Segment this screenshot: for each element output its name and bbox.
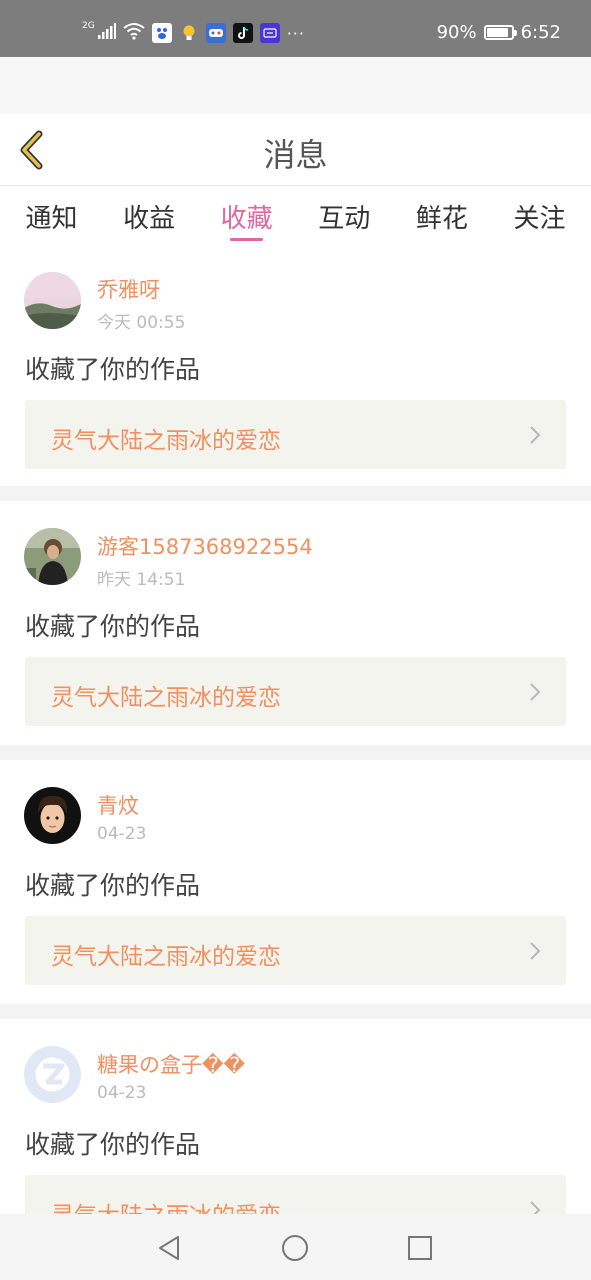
tab-earnings[interactable]: 收益 — [122, 186, 177, 244]
tab-favorites[interactable]: 收藏 — [219, 186, 274, 244]
work-link[interactable]: 灵气大陆之雨冰的爱恋 — [25, 1175, 566, 1214]
action-text: 收藏了你的作品 — [25, 871, 201, 900]
tab-bar: 通知 收益 收藏 互动 鲜花 关注 — [0, 186, 591, 244]
list-item: 糖果の盒子�� 04-23 收藏了你的作品 灵气大陆之雨冰的爱恋 — [0, 1019, 591, 1214]
username[interactable]: 糖果の盒子�� — [97, 1049, 245, 1079]
game-app-icon — [205, 23, 226, 43]
timestamp: 04-23 — [97, 1083, 147, 1103]
battery-level — [486, 28, 509, 37]
action-text: 收藏了你的作品 — [25, 1130, 201, 1159]
tab-label: 关注 — [513, 204, 566, 234]
nav-recents-button[interactable] — [405, 1233, 435, 1263]
active-tab-indicator — [230, 238, 264, 241]
tab-label: 收益 — [123, 204, 176, 234]
nav-back-button[interactable] — [154, 1233, 184, 1263]
work-title: 灵气大陆之雨冰的爱恋 — [51, 685, 281, 711]
network-type: 2G — [82, 21, 95, 31]
timestamp: 昨天 14:51 — [97, 570, 186, 590]
top-spacer — [0, 57, 591, 114]
tiktok-app-icon — [232, 23, 253, 43]
username[interactable]: 乔雅呀 — [97, 274, 160, 304]
work-link[interactable]: 灵气大陆之雨冰的爱恋 — [25, 657, 566, 726]
timestamp: 04-23 — [97, 824, 147, 844]
message-list[interactable]: 乔雅呀 今天 00:55 收藏了你的作品 灵气大陆之雨冰的爱恋 游客158736… — [0, 244, 591, 1214]
chevron-right-icon — [530, 683, 541, 701]
username[interactable]: 青炆 — [97, 790, 139, 820]
avatar[interactable] — [24, 1046, 81, 1103]
avatar[interactable] — [24, 787, 81, 844]
action-text: 收藏了你的作品 — [25, 355, 201, 384]
header: 消息 — [0, 114, 591, 186]
battery-icon — [483, 25, 517, 40]
wifi-icon — [123, 22, 145, 44]
status-right: 90% 6:52 — [437, 22, 561, 43]
status-bar: 2G ··· 90% 6:52 — [0, 0, 591, 57]
triangle-back-icon — [159, 1236, 179, 1260]
circle-home-icon — [282, 1235, 308, 1261]
work-title: 灵气大陆之雨冰的爱恋 — [51, 428, 281, 454]
chevron-right-icon — [530, 942, 541, 960]
battery-percent: 90% — [436, 22, 477, 43]
tab-follows[interactable]: 关注 — [512, 186, 567, 244]
clock: 6:52 — [520, 22, 561, 43]
chevron-right-icon — [530, 426, 541, 444]
bulb-app-icon — [179, 23, 199, 43]
list-item: 游客1587368922554 昨天 14:51 收藏了你的作品 灵气大陆之雨冰… — [0, 501, 591, 745]
more-notifications-icon: ··· — [286, 23, 305, 43]
avatar[interactable] — [24, 272, 81, 329]
tab-label: 通知 — [25, 204, 78, 234]
square-recents-icon — [408, 1236, 432, 1260]
app-icon — [259, 23, 280, 43]
chevron-right-icon — [530, 1201, 541, 1214]
work-title: 灵气大陆之雨冰的爱恋 — [51, 944, 281, 970]
tab-interactions[interactable]: 互动 — [317, 186, 372, 244]
username[interactable]: 游客1587368922554 — [97, 531, 313, 561]
page-title: 消息 — [263, 136, 328, 174]
list-item: 青炆 04-23 收藏了你的作品 灵气大陆之雨冰的爱恋 — [0, 760, 591, 1004]
timestamp: 今天 00:55 — [97, 313, 186, 333]
tab-label: 鲜花 — [415, 204, 468, 234]
baidu-app-icon — [151, 23, 172, 43]
work-title: 灵气大陆之雨冰的爱恋 — [51, 1196, 281, 1214]
avatar[interactable] — [24, 528, 81, 585]
nav-home-button[interactable] — [280, 1233, 310, 1263]
tab-label: 互动 — [318, 204, 371, 234]
tab-label: 收藏 — [220, 204, 273, 234]
tab-notifications[interactable]: 通知 — [24, 186, 79, 244]
status-icons: 2G ··· — [82, 20, 305, 46]
list-item: 乔雅呀 今天 00:55 收藏了你的作品 灵气大陆之雨冰的爱恋 — [0, 244, 591, 486]
action-text: 收藏了你的作品 — [25, 612, 201, 641]
work-link[interactable]: 灵气大陆之雨冰的爱恋 — [25, 400, 566, 469]
system-nav-bar — [0, 1214, 591, 1280]
work-link[interactable]: 灵气大陆之雨冰的爱恋 — [25, 916, 566, 985]
signal-icon — [97, 23, 116, 43]
tab-flowers[interactable]: 鲜花 — [414, 186, 469, 244]
